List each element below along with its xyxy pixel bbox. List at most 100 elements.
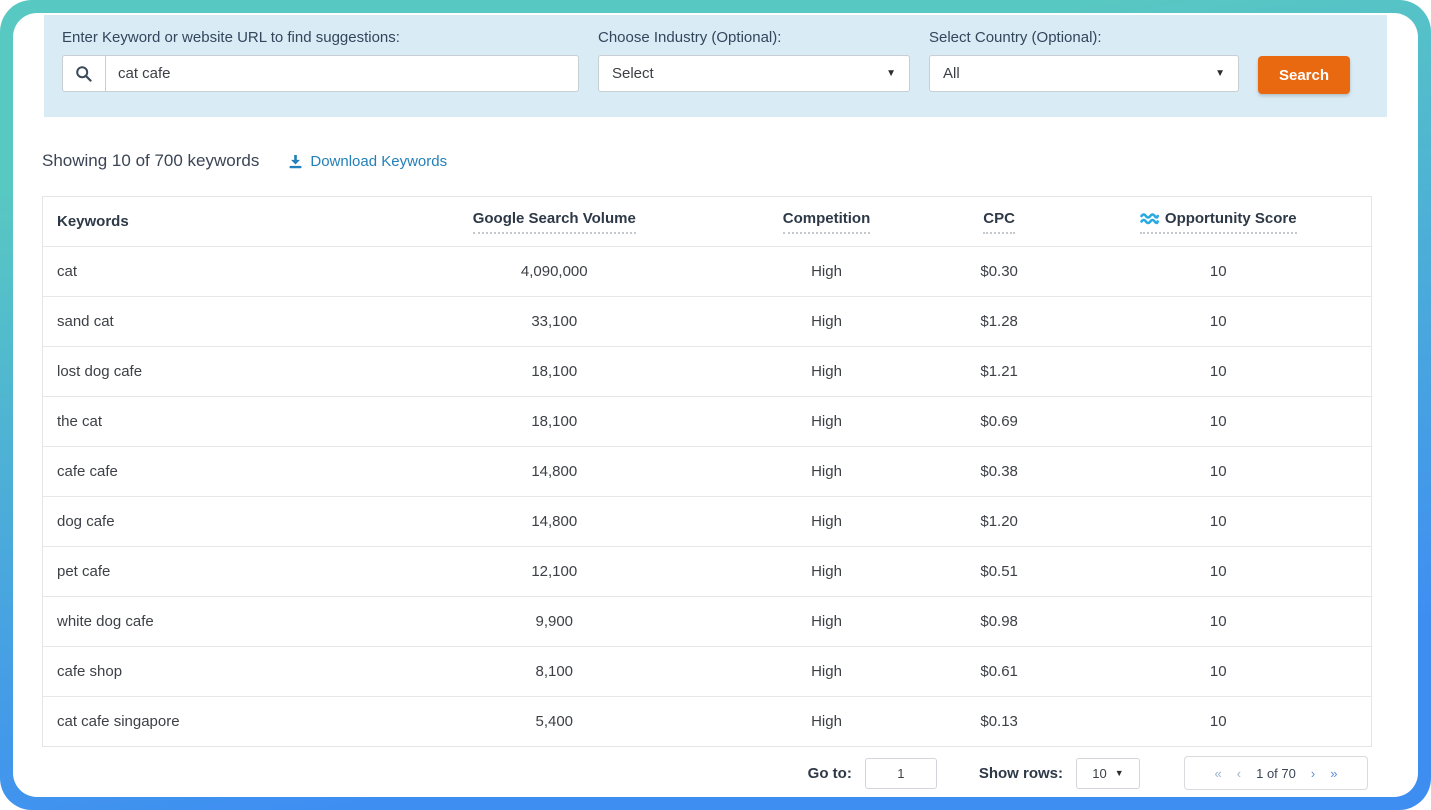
industry-selected-value: Select [612, 65, 654, 82]
score-cell: 10 [1066, 413, 1371, 430]
score-cell: 10 [1066, 363, 1371, 380]
keyword-cell: cafe cafe [43, 463, 388, 480]
column-header-volume[interactable]: Google Search Volume [388, 210, 720, 234]
pagination-control: « ‹ 1 of 70 › » [1184, 756, 1368, 790]
keyword-cell: cat [43, 263, 388, 280]
competition-cell: High [720, 513, 932, 530]
score-cell: 10 [1066, 713, 1371, 730]
search-button[interactable]: Search [1258, 56, 1350, 94]
column-header-competition[interactable]: Competition [720, 210, 932, 234]
keyword-input[interactable] [106, 56, 578, 91]
competition-cell: High [720, 463, 932, 480]
cpc-cell: $1.21 [933, 363, 1066, 380]
cpc-cell: $0.30 [933, 263, 1066, 280]
search-icon [63, 56, 106, 91]
page-frame: Enter Keyword or website URL to find sug… [0, 0, 1431, 810]
cpc-cell: $0.61 [933, 663, 1066, 680]
industry-field-group: Choose Industry (Optional): Select ▼ [598, 29, 910, 92]
volume-cell: 4,090,000 [388, 263, 720, 280]
keyword-label: Enter Keyword or website URL to find sug… [62, 29, 579, 46]
table-row: the cat 18,100 High $0.69 10 [43, 396, 1371, 446]
country-selected-value: All [943, 65, 960, 82]
table-row: lost dog cafe 18,100 High $1.21 10 [43, 346, 1371, 396]
volume-cell: 33,100 [388, 313, 720, 330]
cpc-cell: $0.51 [933, 563, 1066, 580]
volume-cell: 8,100 [388, 663, 720, 680]
cpc-cell: $0.13 [933, 713, 1066, 730]
goto-label: Go to: [808, 765, 852, 782]
competition-cell: High [720, 713, 932, 730]
column-header-opportunity-score[interactable]: Opportunity Score [1066, 210, 1371, 234]
table-row: pet cafe 12,100 High $0.51 10 [43, 546, 1371, 596]
competition-cell: High [720, 663, 932, 680]
competition-cell: High [720, 613, 932, 630]
cpc-cell: $0.38 [933, 463, 1066, 480]
table-header-row: Keywords Google Search Volume Competitio… [43, 197, 1371, 246]
volume-cell: 12,100 [388, 563, 720, 580]
keyword-cell: white dog cafe [43, 613, 388, 630]
cpc-cell: $1.20 [933, 513, 1066, 530]
wave-icon [1140, 212, 1159, 225]
score-cell: 10 [1066, 513, 1371, 530]
cpc-cell: $0.98 [933, 613, 1066, 630]
score-cell: 10 [1066, 613, 1371, 630]
table-row: cafe cafe 14,800 High $0.38 10 [43, 446, 1371, 496]
volume-cell: 18,100 [388, 363, 720, 380]
table-body: cat 4,090,000 High $0.30 10 sand cat 33,… [43, 246, 1371, 746]
download-label: Download Keywords [310, 153, 447, 170]
keyword-cell: cafe shop [43, 663, 388, 680]
country-field-group: Select Country (Optional): All ▼ [929, 29, 1239, 92]
industry-label: Choose Industry (Optional): [598, 29, 910, 46]
score-cell: 10 [1066, 563, 1371, 580]
show-rows-select[interactable]: 10 ▼ [1076, 758, 1140, 789]
table-row: dog cafe 14,800 High $1.20 10 [43, 496, 1371, 546]
competition-cell: High [720, 413, 932, 430]
volume-cell: 18,100 [388, 413, 720, 430]
column-header-cpc[interactable]: CPC [933, 210, 1066, 234]
keyword-field-group: Enter Keyword or website URL to find sug… [62, 29, 579, 92]
competition-cell: High [720, 263, 932, 280]
results-summary: Showing 10 of 700 keywords [42, 151, 259, 171]
chevron-down-icon: ▼ [1215, 68, 1225, 79]
country-label: Select Country (Optional): [929, 29, 1239, 46]
keyword-cell: sand cat [43, 313, 388, 330]
chevron-down-icon: ▼ [886, 68, 896, 79]
country-select[interactable]: All ▼ [929, 55, 1239, 92]
score-cell: 10 [1066, 313, 1371, 330]
table-row: cafe shop 8,100 High $0.61 10 [43, 646, 1371, 696]
volume-cell: 9,900 [388, 613, 720, 630]
last-page-button[interactable]: » [1330, 767, 1337, 780]
download-keywords-link[interactable]: Download Keywords [288, 153, 447, 170]
keyword-cell: lost dog cafe [43, 363, 388, 380]
page-indicator: 1 of 70 [1256, 766, 1296, 781]
cpc-cell: $1.28 [933, 313, 1066, 330]
filter-panel: Enter Keyword or website URL to find sug… [44, 15, 1387, 117]
keyword-cell: the cat [43, 413, 388, 430]
competition-cell: High [720, 313, 932, 330]
volume-cell: 14,800 [388, 463, 720, 480]
volume-cell: 5,400 [388, 713, 720, 730]
prev-page-button[interactable]: ‹ [1237, 767, 1241, 780]
score-cell: 10 [1066, 463, 1371, 480]
results-summary-row: Showing 10 of 700 keywords Download Keyw… [42, 151, 1372, 171]
industry-select[interactable]: Select ▼ [598, 55, 910, 92]
goto-page-input[interactable] [865, 758, 937, 789]
score-cell: 10 [1066, 663, 1371, 680]
next-page-button[interactable]: › [1311, 767, 1315, 780]
table-row: cat 4,090,000 High $0.30 10 [43, 246, 1371, 296]
table-row: white dog cafe 9,900 High $0.98 10 [43, 596, 1371, 646]
score-cell: 10 [1066, 263, 1371, 280]
table-row: sand cat 33,100 High $1.28 10 [43, 296, 1371, 346]
competition-cell: High [720, 563, 932, 580]
keyword-input-group [62, 55, 579, 92]
show-rows-label: Show rows: [979, 765, 1063, 782]
first-page-button[interactable]: « [1215, 767, 1222, 780]
column-header-keywords[interactable]: Keywords [43, 213, 388, 230]
keyword-cell: pet cafe [43, 563, 388, 580]
volume-cell: 14,800 [388, 513, 720, 530]
table-footer: Go to: Show rows: 10 ▼ « ‹ 1 of 70 › » [13, 756, 1368, 790]
cpc-cell: $0.69 [933, 413, 1066, 430]
download-icon [288, 154, 303, 169]
keyword-cell: cat cafe singapore [43, 713, 388, 730]
chevron-down-icon: ▼ [1115, 768, 1124, 778]
